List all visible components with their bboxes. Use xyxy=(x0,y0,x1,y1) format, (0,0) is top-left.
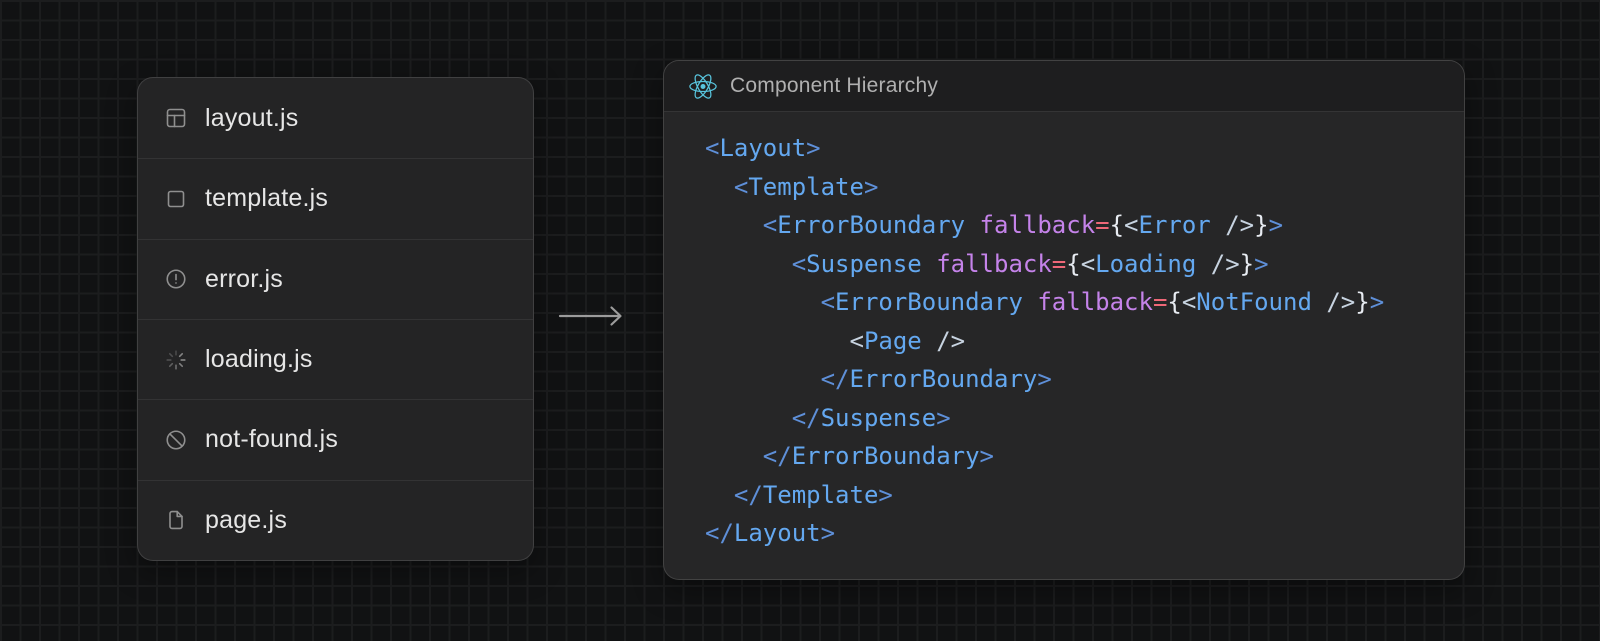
file-item-label: page.js xyxy=(205,506,287,535)
code-line: <Layout> xyxy=(705,129,1454,168)
file-item-template: template.js xyxy=(138,158,533,238)
file-item-loading: loading.js xyxy=(138,319,533,399)
code-line: </ErrorBoundary> xyxy=(705,437,1454,476)
layout-icon xyxy=(164,106,188,130)
file-item-not-found: not-found.js xyxy=(138,399,533,479)
code-block: <Layout> <Template> <ErrorBoundary fallb… xyxy=(664,112,1464,553)
file-icon xyxy=(164,508,188,532)
file-item-label: template.js xyxy=(205,184,328,213)
code-line: </Suspense> xyxy=(705,399,1454,438)
file-item-page: page.js xyxy=(138,480,533,560)
file-item-label: error.js xyxy=(205,265,283,294)
code-line: </ErrorBoundary> xyxy=(705,360,1454,399)
panel-title: Component Hierarchy xyxy=(730,74,938,98)
code-line: <ErrorBoundary fallback={<Error />}> xyxy=(705,206,1454,245)
alert-circle-icon xyxy=(164,267,188,291)
file-item-label: not-found.js xyxy=(205,425,338,454)
code-line: <Page /> xyxy=(705,322,1454,361)
file-item-error: error.js xyxy=(138,239,533,319)
code-line: </Layout> xyxy=(705,514,1454,553)
file-item-label: loading.js xyxy=(205,345,313,374)
code-line: <Suspense fallback={<Loading />}> xyxy=(705,245,1454,284)
panel-header: Component Hierarchy xyxy=(664,61,1464,112)
spinner-icon xyxy=(164,348,188,372)
file-item-layout: layout.js xyxy=(138,78,533,158)
file-list-panel: layout.js template.js error.js loading.js no… xyxy=(137,77,534,561)
component-hierarchy-panel: Component Hierarchy <Layout> <Template> … xyxy=(663,60,1465,580)
code-line: <Template> xyxy=(705,168,1454,207)
react-logo-icon xyxy=(689,74,717,99)
file-item-label: layout.js xyxy=(205,104,299,133)
diagram-canvas: layout.js template.js error.js loading.js no… xyxy=(0,0,1600,641)
square-icon xyxy=(164,187,188,211)
react-logo-icon xyxy=(689,74,717,99)
ban-icon xyxy=(164,428,188,452)
code-line: <ErrorBoundary fallback={<NotFound />}> xyxy=(705,283,1454,322)
code-line: </Template> xyxy=(705,476,1454,515)
right-arrow-icon xyxy=(558,303,630,329)
